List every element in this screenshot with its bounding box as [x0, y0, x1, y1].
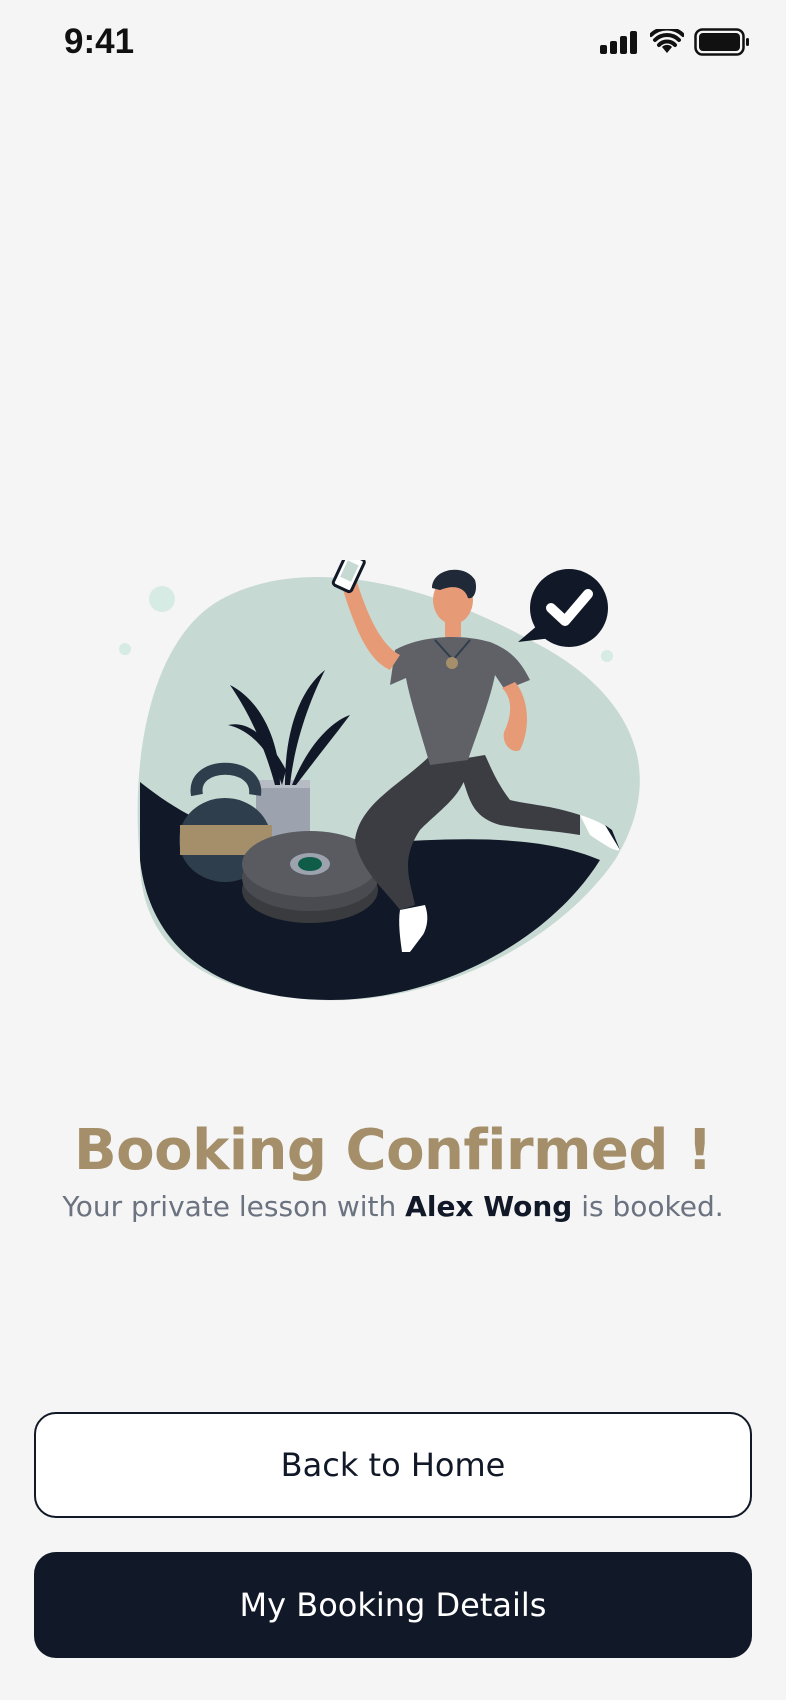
- booking-success-illustration: [110, 551, 670, 1010]
- status-icons: [600, 28, 750, 56]
- status-time: 9:41: [64, 22, 135, 61]
- status-bar: 9:41: [0, 0, 786, 90]
- illustration-svg: [119, 551, 640, 1001]
- battery-icon: [694, 28, 749, 56]
- wifi-icon: [650, 29, 684, 53]
- subtitle-suffix: is booked.: [572, 1190, 724, 1223]
- trainer-name: Alex Wong: [405, 1190, 573, 1223]
- signal-icon: [600, 31, 637, 54]
- confirmation-title: Booking Confirmed !: [73, 1118, 713, 1183]
- subtitle-prefix: Your private lesson with: [62, 1190, 406, 1223]
- confirmation-subtitle: Your private lesson with Alex Wong is bo…: [0, 1190, 786, 1223]
- back-to-home-button[interactable]: Back to Home: [34, 1412, 752, 1518]
- my-booking-details-button[interactable]: My Booking Details: [34, 1552, 752, 1658]
